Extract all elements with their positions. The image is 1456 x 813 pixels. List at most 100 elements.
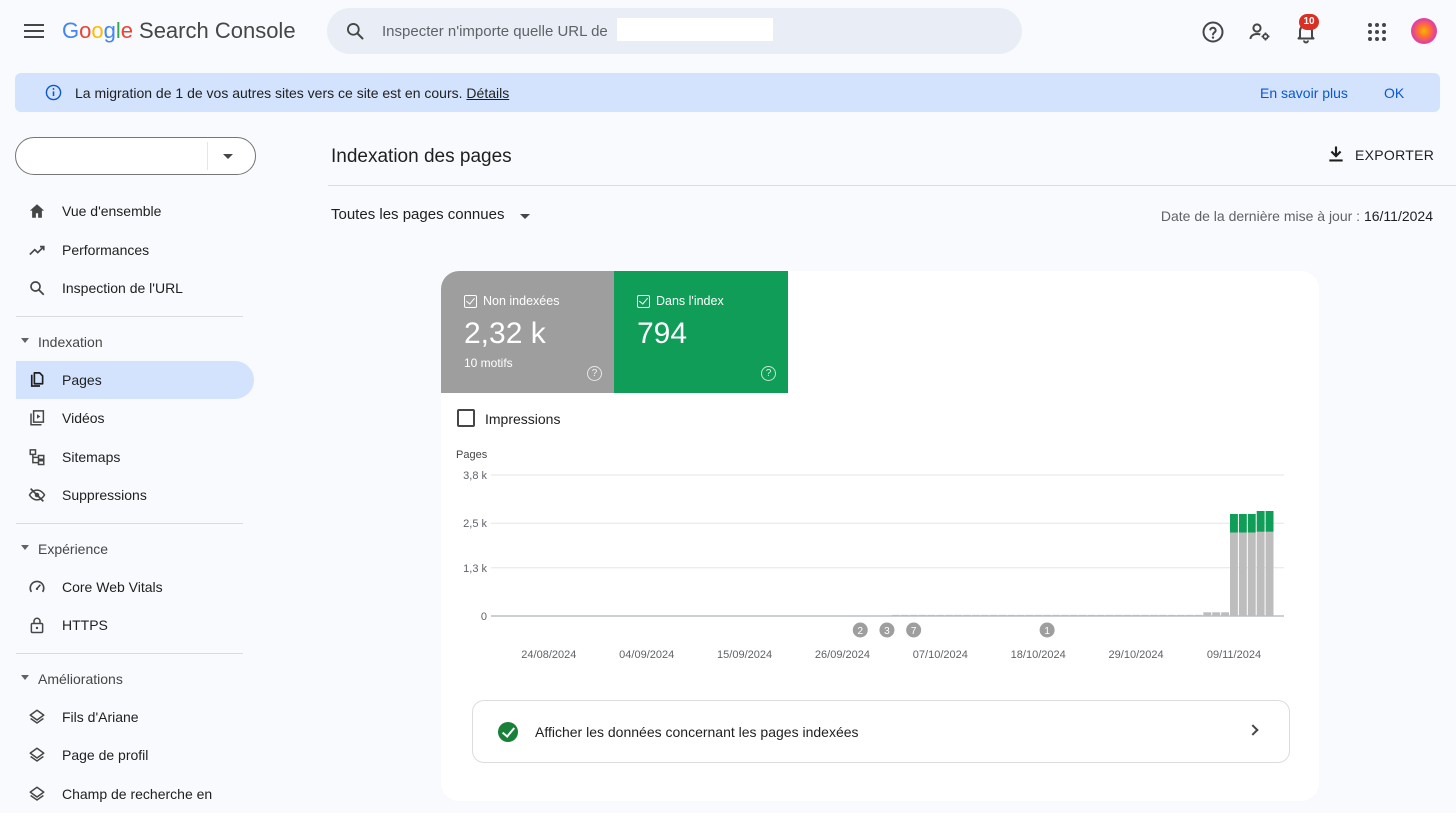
bar-not-indexed <box>847 615 856 616</box>
sidebar-item-overview[interactable]: Vue d'ensemble <box>16 192 254 230</box>
sidebar-item-core-web-vitals[interactable]: Core Web Vitals <box>16 568 254 606</box>
x-tick-label: 18/10/2024 <box>1011 649 1066 661</box>
bar-not-indexed <box>1052 614 1060 616</box>
learn-more-link[interactable]: En savoir plus <box>1260 85 1348 101</box>
search-console-logo[interactable]: Google Search Console <box>62 18 296 44</box>
sidebar-item-label: Page de profil <box>62 747 149 763</box>
search-placeholder: Inspecter n'importe quelle URL de <box>382 23 608 40</box>
annotation-label: 7 <box>911 626 917 637</box>
filter-label: Toutes les pages connues <box>331 206 505 223</box>
annotation-label: 3 <box>884 626 890 637</box>
banner-ok-button[interactable]: OK <box>1384 85 1404 101</box>
url-inspection-search[interactable]: Inspecter n'importe quelle URL de <box>327 8 1022 54</box>
bar-not-indexed <box>865 615 874 616</box>
x-tick-label: 07/10/2024 <box>913 649 968 661</box>
hamburger-menu-icon[interactable] <box>22 20 46 44</box>
sidebar-item-https[interactable]: HTTPS <box>16 606 254 644</box>
help-icon[interactable]: ? <box>761 366 776 381</box>
sidebar-item-breadcrumbs[interactable]: Fils d'Ariane <box>16 698 254 736</box>
migration-banner: La migration de 1 de vos autres sites ve… <box>15 73 1440 112</box>
sidebar-group-indexation[interactable]: Indexation <box>18 330 248 354</box>
y-tick-label: 1,3 k <box>463 563 487 575</box>
bar-not-indexed <box>1158 614 1167 616</box>
bar-not-indexed <box>918 614 927 616</box>
stat-label: Dans l'index <box>656 294 724 308</box>
index-coverage-card: Non indexées 2,32 k 10 motifs ? Dans l'i… <box>441 271 1319 801</box>
impressions-label: Impressions <box>485 411 561 427</box>
layers-icon <box>29 709 45 724</box>
eye-off-icon <box>28 488 46 502</box>
bar-not-indexed <box>1176 614 1185 616</box>
layers-icon <box>29 786 45 801</box>
bar-not-indexed <box>1256 531 1265 616</box>
bar-not-indexed <box>1221 612 1230 616</box>
stat-not-indexed[interactable]: Non indexées 2,32 k 10 motifs ? <box>441 271 614 393</box>
sitemap-icon <box>29 449 45 466</box>
chevron-down-icon <box>520 214 530 219</box>
bar-not-indexed <box>1016 614 1025 616</box>
pages-filter-dropdown[interactable]: Toutes les pages connues <box>331 206 541 230</box>
bar-not-indexed <box>900 614 909 616</box>
bar-not-indexed <box>1185 614 1194 616</box>
sidebar-item-label: Inspection de l'URL <box>62 280 183 296</box>
help-icon[interactable] <box>1201 20 1225 44</box>
account-avatar[interactable] <box>1411 18 1437 44</box>
banner-message: La migration de 1 de vos autres sites ve… <box>75 85 509 101</box>
bar-indexed <box>1265 510 1274 532</box>
sidebar-group-label: Indexation <box>38 334 103 350</box>
bar-not-indexed <box>1043 614 1052 616</box>
sidebar-item-pages[interactable]: Pages <box>16 361 254 399</box>
sidebar-item-sitemaps[interactable]: Sitemaps <box>16 438 254 476</box>
sidebar-item-url-inspection[interactable]: Inspection de l'URL <box>16 269 254 307</box>
chevron-right-icon <box>1247 724 1259 736</box>
bar-not-indexed <box>936 614 945 616</box>
details-link[interactable]: Détails <box>466 85 509 101</box>
sidebar-group-experience[interactable]: Expérience <box>18 537 248 561</box>
bar-not-indexed <box>1230 532 1238 616</box>
banner-text: La migration de 1 de vos autres sites ve… <box>75 85 463 101</box>
sidebar-group-label: Améliorations <box>38 671 123 687</box>
stat-subtitle: 10 motifs <box>464 356 513 370</box>
bar-not-indexed <box>971 614 980 616</box>
trending-up-icon <box>29 245 45 256</box>
bar-not-indexed <box>909 614 918 616</box>
header-divider <box>328 185 1456 186</box>
bar-not-indexed <box>1025 614 1034 616</box>
bar-not-indexed <box>1007 614 1016 616</box>
bar-not-indexed <box>883 615 891 616</box>
bar-not-indexed <box>1194 614 1203 616</box>
bar-not-indexed <box>963 614 971 616</box>
y-tick-label: 2,5 k <box>463 518 487 530</box>
bar-not-indexed <box>998 614 1007 616</box>
bar-not-indexed <box>1167 614 1176 616</box>
lock-icon <box>30 617 44 634</box>
sidebar-group-ameliorations[interactable]: Améliorations <box>18 667 248 691</box>
help-icon[interactable]: ? <box>587 366 602 381</box>
last-updated-date: 16/11/2024 <box>1363 208 1433 224</box>
sidebar-item-videos[interactable]: Vidéos <box>16 399 254 437</box>
sidebar-item-profile-page[interactable]: Page de profil <box>16 736 254 774</box>
layers-icon <box>29 747 45 762</box>
bar-not-indexed <box>1265 531 1274 616</box>
gauge-icon <box>29 580 45 593</box>
user-settings-icon[interactable] <box>1248 20 1272 44</box>
top-bar: Google Search Console Inspecter n'importe… <box>0 0 1456 64</box>
collapse-triangle-icon <box>21 545 29 550</box>
bar-not-indexed <box>1096 614 1105 616</box>
sidebar-divider <box>16 316 243 317</box>
bar-not-indexed <box>1078 614 1087 616</box>
stat-indexed[interactable]: Dans l'index 794 ? <box>614 271 788 393</box>
bar-not-indexed <box>1203 612 1212 616</box>
bar-not-indexed <box>1034 614 1043 616</box>
sidebar-item-performance[interactable]: Performances <box>16 231 254 269</box>
sidebar-item-removals[interactable]: Suppressions <box>16 476 254 514</box>
property-selector[interactable] <box>15 137 256 175</box>
view-indexed-pages-link[interactable]: Afficher les données concernant les page… <box>472 700 1290 763</box>
sidebar-item-search-box[interactable]: Champ de recherche en <box>16 775 254 813</box>
bar-not-indexed <box>1247 532 1256 616</box>
collapse-triangle-icon <box>21 675 29 680</box>
apps-grid-icon[interactable] <box>1365 20 1389 44</box>
check-circle-icon <box>498 722 518 742</box>
sidebar-item-label: Suppressions <box>62 487 147 503</box>
redacted-domain <box>617 18 773 41</box>
